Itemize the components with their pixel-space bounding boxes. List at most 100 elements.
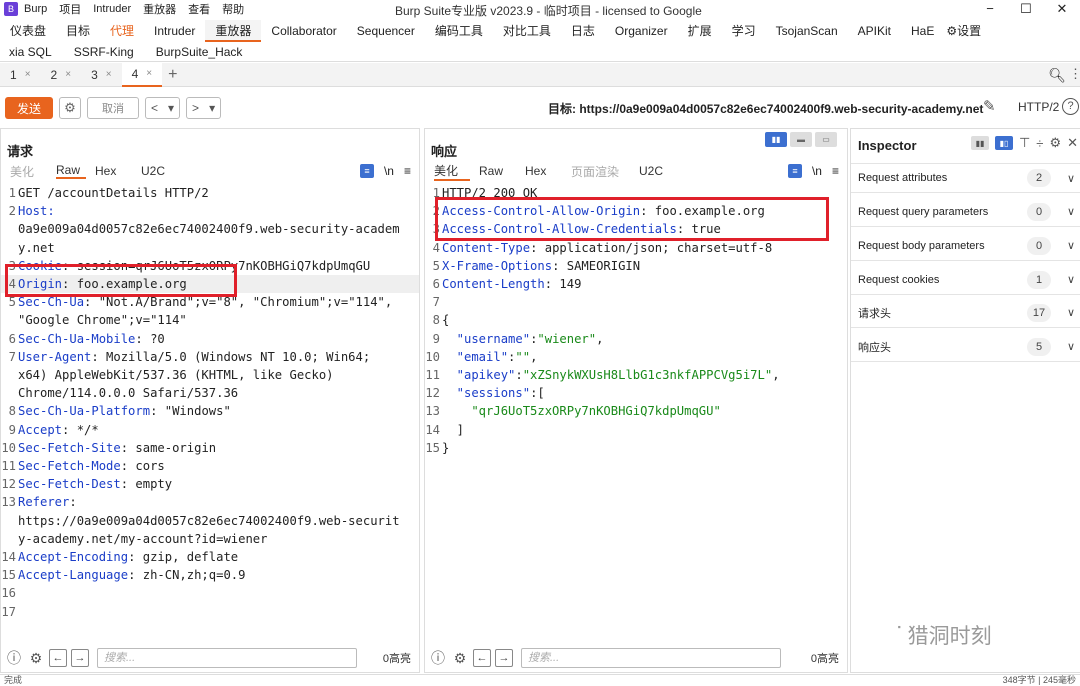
align-top-icon[interactable]: ⊤: [1019, 135, 1030, 151]
tab-pretty[interactable]: 美化: [1, 163, 47, 180]
tab-pretty[interactable]: 美化: [434, 162, 470, 181]
tab-repeater[interactable]: 重放器: [205, 20, 262, 42]
tab-xia-sql[interactable]: xia SQL: [0, 45, 65, 59]
cancel-button[interactable]: 取消: [87, 97, 139, 119]
gear-icon[interactable]: ⚙: [451, 649, 469, 667]
menu-icon[interactable]: ≡: [404, 164, 411, 178]
close-tab-icon[interactable]: ×: [25, 69, 31, 80]
search-next-icon[interactable]: →: [71, 649, 89, 667]
search-prev-icon[interactable]: ←: [473, 649, 491, 667]
request-editor[interactable]: 1 GET /accountDetails HTTP/2 2 Host: 0a9e009…: [1, 184, 419, 621]
layout-list-icon[interactable]: ▮▮: [970, 136, 989, 150]
tab-render[interactable]: 页面渲染: [562, 163, 630, 180]
maximize-icon[interactable]: ☐: [1008, 0, 1044, 18]
tab-logger[interactable]: 日志: [561, 20, 605, 42]
single-view-icon[interactable]: ▭: [815, 132, 837, 147]
tab-u2c[interactable]: U2C: [132, 164, 178, 178]
help-icon[interactable]: ⓘ: [429, 649, 447, 667]
menu-help[interactable]: 帮助: [222, 1, 244, 17]
tab-settings[interactable]: ⚙设置: [944, 20, 981, 42]
inspector-row-response-headers[interactable]: 响应头 5 ∨: [851, 332, 1080, 362]
send-button[interactable]: 发送: [5, 97, 53, 119]
repeater-tab-3[interactable]: 3 ×: [81, 63, 122, 87]
tab-apikit[interactable]: APIKit: [848, 20, 901, 42]
more-icon[interactable]: ⋮: [1069, 66, 1080, 82]
search-input[interactable]: 搜索...: [97, 648, 357, 668]
history-back-group[interactable]: < ▾: [145, 97, 181, 119]
gear-icon[interactable]: ⚙: [1049, 135, 1061, 151]
menu-repeater[interactable]: 重放器: [143, 1, 176, 17]
split-horizontal-icon[interactable]: ▮▮: [765, 132, 787, 147]
repeater-tab-4[interactable]: 4 ×: [121, 62, 163, 87]
tab-u2c[interactable]: U2C: [630, 164, 676, 178]
tab-raw[interactable]: Raw: [470, 164, 516, 178]
help-icon[interactable]: ⓘ: [5, 649, 23, 667]
wrap-text-icon[interactable]: ≡: [359, 164, 374, 178]
split-icon[interactable]: ÷: [1036, 136, 1043, 151]
chevron-down-icon[interactable]: ∨: [1067, 239, 1075, 252]
menu-burp[interactable]: Burp: [24, 3, 47, 15]
tab-raw[interactable]: Raw: [56, 163, 86, 179]
inspector-row-request-attributes[interactable]: Request attributes 2 ∨: [851, 163, 1080, 193]
search-input[interactable]: 搜索...: [521, 648, 781, 668]
chevron-down-icon[interactable]: ∨: [1067, 306, 1075, 319]
chevron-down-icon[interactable]: ∨: [1067, 340, 1075, 353]
inspector-row-body-params[interactable]: Request body parameters 0 ∨: [851, 231, 1080, 261]
close-window-icon[interactable]: ✕: [1044, 0, 1080, 18]
minimize-icon[interactable]: −: [972, 0, 1008, 18]
string-value: "qrJ6UoT5zxORPy7nKOBHGiQ7kdpUmqGU": [442, 404, 721, 419]
menu-intruder[interactable]: Intruder: [93, 3, 131, 15]
tab-organizer[interactable]: Organizer: [605, 20, 678, 42]
inspector-row-cookies[interactable]: Request cookies 1 ∨: [851, 265, 1080, 295]
split-vertical-icon[interactable]: ▬: [790, 132, 812, 147]
search-next-icon[interactable]: →: [495, 649, 513, 667]
forward-icon[interactable]: >: [187, 101, 204, 115]
tab-decoder[interactable]: 编码工具: [425, 20, 493, 42]
tab-hae[interactable]: HaE: [901, 20, 944, 42]
tab-extensions[interactable]: 扩展: [678, 20, 722, 42]
chevron-down-icon[interactable]: ▾: [163, 101, 179, 115]
http-version-toggle[interactable]: HTTP/2: [1018, 100, 1059, 114]
add-tab-icon[interactable]: +: [168, 66, 177, 84]
menu-view[interactable]: 查看: [188, 1, 210, 17]
repeater-tab-2[interactable]: 2 ×: [41, 63, 82, 87]
wrap-text-icon[interactable]: ≡: [787, 164, 802, 178]
inspector-row-query-params[interactable]: Request query parameters 0 ∨: [851, 197, 1080, 227]
send-settings-gear-icon[interactable]: ⚙: [59, 97, 81, 119]
tab-target[interactable]: 目标: [56, 20, 100, 42]
chevron-down-icon[interactable]: ▾: [204, 101, 220, 115]
search-prev-icon[interactable]: ←: [49, 649, 67, 667]
menu-project[interactable]: 项目: [59, 1, 81, 17]
newline-toggle[interactable]: \n: [384, 164, 394, 178]
newline-toggle[interactable]: \n: [812, 164, 822, 178]
close-icon[interactable]: ✕: [1067, 135, 1078, 151]
help-icon[interactable]: ?: [1062, 98, 1079, 115]
back-icon[interactable]: <: [146, 101, 163, 115]
tab-collaborator[interactable]: Collaborator: [261, 20, 346, 42]
search-icon[interactable]: 🔍︎: [1048, 67, 1066, 84]
edit-pencil-icon[interactable]: ✎: [983, 97, 996, 115]
tab-learn[interactable]: 学习: [722, 20, 766, 42]
chevron-down-icon[interactable]: ∨: [1067, 273, 1075, 286]
tab-sequencer[interactable]: Sequencer: [347, 20, 425, 42]
tab-intruder[interactable]: Intruder: [144, 20, 205, 42]
chevron-down-icon[interactable]: ∨: [1067, 172, 1075, 185]
gear-icon[interactable]: ⚙: [27, 649, 45, 667]
inspector-row-request-headers[interactable]: 请求头 17 ∨: [851, 298, 1080, 328]
tab-ssrf-king[interactable]: SSRF-King: [65, 45, 147, 59]
tab-burpsuite-hack[interactable]: BurpSuite_Hack: [147, 45, 256, 59]
history-forward-group[interactable]: > ▾: [186, 97, 222, 119]
repeater-tab-1[interactable]: 1 ×: [0, 63, 41, 87]
tab-hex[interactable]: Hex: [86, 164, 132, 178]
tab-hex[interactable]: Hex: [516, 164, 562, 178]
chevron-down-icon[interactable]: ∨: [1067, 205, 1075, 218]
menu-icon[interactable]: ≡: [832, 164, 839, 178]
tab-proxy[interactable]: 代理: [100, 20, 144, 42]
close-tab-icon[interactable]: ×: [146, 68, 152, 79]
close-tab-icon[interactable]: ×: [65, 69, 71, 80]
layout-panel-icon[interactable]: ▮▯: [994, 136, 1013, 150]
close-tab-icon[interactable]: ×: [106, 69, 112, 80]
tab-tsojanscan[interactable]: TsojanScan: [766, 20, 848, 42]
tab-comparer[interactable]: 对比工具: [493, 20, 561, 42]
tab-dashboard[interactable]: 仪表盘: [0, 20, 56, 42]
